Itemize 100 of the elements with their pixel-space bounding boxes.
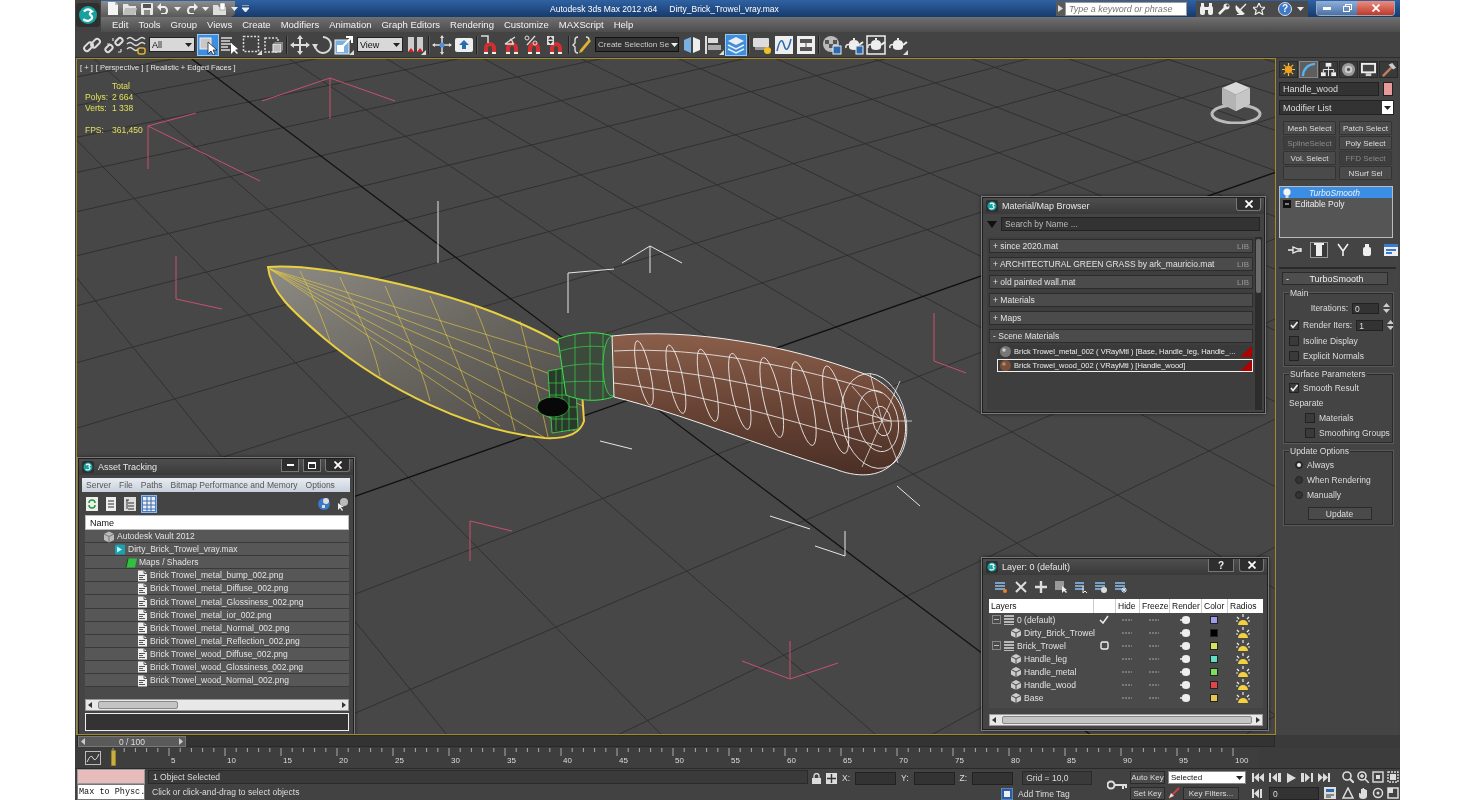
undo-icon[interactable]: [157, 3, 170, 14]
teapot-frame-icon[interactable]: [866, 34, 886, 55]
coordinate-field[interactable]: [855, 771, 897, 785]
teapot-icon[interactable]: [1180, 680, 1190, 689]
time-tag-icon[interactable]: [1001, 787, 1013, 800]
pivot-bars-icon[interactable]: [406, 34, 426, 55]
prev-arrow-icon[interactable]: [81, 738, 85, 745]
layer-hide-icon[interactable]: [1095, 581, 1107, 593]
table-view-icon[interactable]: [142, 495, 156, 512]
asset-row[interactable]: Brick Trowel_metal_Glossiness_002.png: [85, 595, 349, 609]
checkbox[interactable]: [1289, 336, 1299, 346]
layer-row[interactable]: Handle_metal: [989, 665, 1263, 678]
help-button[interactable]: ?: [1278, 1, 1292, 16]
layer-row[interactable]: 0 (default): [989, 613, 1263, 626]
column-header[interactable]: Radios: [1227, 599, 1259, 613]
expand-box-icon[interactable]: [1283, 199, 1291, 208]
spinner-arrows-icon[interactable]: [1383, 302, 1390, 314]
satellite-dish-icon[interactable]: [1235, 2, 1248, 15]
modifier-set-button[interactable]: Vol. Select: [1283, 151, 1336, 165]
mirror-icon[interactable]: [682, 34, 702, 55]
asset-row[interactable]: Brick Trowel_wood_Normal_002.png: [85, 674, 349, 688]
color-swatch-icon[interactable]: [1210, 615, 1218, 624]
coordinate-field[interactable]: [913, 771, 955, 785]
checkbox-label[interactable]: Explicit Normals: [1303, 351, 1364, 361]
schematic-icon[interactable]: [796, 34, 816, 55]
view-cube-icon[interactable]: [1210, 80, 1262, 124]
menu-item[interactable]: Views: [206, 19, 233, 30]
sun-icon[interactable]: [1236, 653, 1250, 664]
help-bubble-icon[interactable]: [317, 496, 331, 511]
menu-item[interactable]: Help: [613, 19, 634, 30]
fork-icon[interactable]: [1335, 242, 1351, 257]
checkbox[interactable]: [1289, 320, 1299, 330]
customize-caret-icon[interactable]: [242, 5, 249, 12]
configure-sets-icon[interactable]: [1383, 242, 1399, 257]
sun-icon[interactable]: [1236, 679, 1250, 690]
menu-item[interactable]: Server: [86, 480, 112, 490]
refresh-icon[interactable]: [85, 495, 99, 512]
absolute-mode-icon[interactable]: [826, 772, 837, 784]
radio-button[interactable]: [1295, 476, 1303, 484]
layer-row[interactable]: Brick_Trowel: [989, 639, 1263, 652]
field-of-view-icon[interactable]: [1342, 787, 1354, 799]
maximize-button[interactable]: [303, 459, 321, 472]
dropdown[interactable]: View: [357, 37, 403, 52]
column-header[interactable]: Color: [1201, 599, 1227, 613]
sun-icon[interactable]: [1236, 614, 1250, 625]
time-slider-thumb[interactable]: 0 / 100: [78, 736, 186, 747]
key-mode-icon[interactable]: [1252, 788, 1264, 798]
restore-button[interactable]: [1337, 1, 1357, 15]
modifier-set-button[interactable]: Poly Select: [1339, 136, 1392, 150]
zoom-all-icon[interactable]: [1357, 771, 1369, 783]
spinner-field[interactable]: 0: [1352, 302, 1379, 314]
maximize-viewport-icon[interactable]: [1387, 787, 1399, 799]
layer-row[interactable]: Base: [989, 691, 1263, 704]
asset-row[interactable]: Autodesk Vault 2012: [85, 530, 349, 544]
braces-pencil-icon[interactable]: [572, 34, 592, 55]
minimize-button[interactable]: [281, 459, 299, 472]
close-button[interactable]: [325, 459, 350, 472]
key-icon[interactable]: [1107, 779, 1127, 790]
color-swatch-icon[interactable]: [1383, 82, 1393, 96]
new-layer-icon[interactable]: [995, 581, 1007, 593]
project-folder-icon[interactable]: [213, 2, 227, 15]
spinner-arrows-icon[interactable]: [1387, 319, 1395, 331]
radio-button[interactable]: [1295, 491, 1303, 499]
scale-box-icon[interactable]: [334, 34, 354, 55]
group-header[interactable]: + old painted wall.mat LIB: [989, 275, 1253, 289]
check-icon[interactable]: [1099, 615, 1109, 624]
checkbox[interactable]: [1289, 383, 1299, 393]
auto-key-button[interactable]: Auto Key: [1130, 771, 1165, 785]
help-button[interactable]: ?: [1208, 559, 1234, 572]
delete-icon[interactable]: [1015, 581, 1027, 593]
checkbox[interactable]: [1289, 351, 1299, 361]
key-filters-button[interactable]: Key Filters...: [1183, 786, 1239, 800]
group-header[interactable]: + since 2020.mat LIB: [989, 239, 1253, 253]
teapot-icon[interactable]: [1180, 654, 1190, 663]
dropdown[interactable]: All: [149, 37, 195, 52]
layer-row[interactable]: Dirty_Brick_Trowel: [989, 626, 1263, 639]
star-icon[interactable]: [1253, 2, 1265, 15]
checkbox-label[interactable]: Materials: [1319, 413, 1354, 423]
menu-item[interactable]: Edit: [112, 19, 129, 30]
column-header[interactable]: Freeze: [1139, 599, 1169, 613]
radio-label[interactable]: Manually: [1307, 490, 1342, 500]
color-swatch-icon[interactable]: [1210, 654, 1218, 663]
color-swatch-icon[interactable]: [1210, 667, 1218, 676]
wrench-icon[interactable]: [1218, 2, 1230, 15]
zoom-extents-icon[interactable]: [1372, 771, 1384, 783]
search-field[interactable]: Search by Name ...: [1001, 217, 1260, 231]
layer-row[interactable]: Handle_leg: [989, 652, 1263, 665]
radio-button[interactable]: [1295, 461, 1303, 469]
menu-item[interactable]: File: [119, 480, 133, 490]
cursor-box-icon[interactable]: [198, 34, 218, 55]
highlight-layer-icon[interactable]: [1075, 581, 1087, 593]
checker-sphere-icon[interactable]: [822, 34, 842, 55]
expand-box-icon[interactable]: [992, 641, 1001, 650]
lock-icon[interactable]: [812, 772, 821, 784]
close-button[interactable]: [1236, 198, 1261, 211]
redo-icon[interactable]: [185, 3, 198, 14]
expand-box-icon[interactable]: [992, 615, 1001, 624]
menu-item[interactable]: Animation: [329, 19, 372, 30]
group-header[interactable]: - Scene Materials: [989, 329, 1253, 343]
asset-row[interactable]: Maps / Shaders: [85, 556, 349, 570]
